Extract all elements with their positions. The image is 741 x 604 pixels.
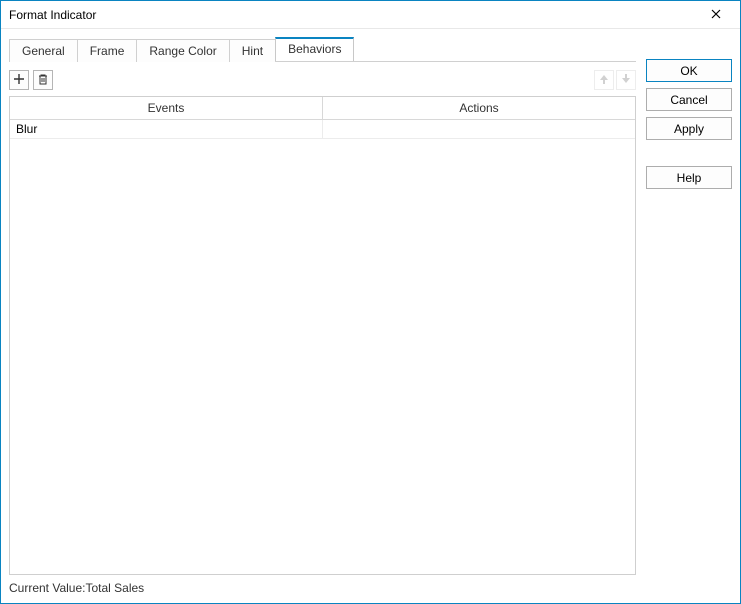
delete-button[interactable] [33, 70, 53, 90]
move-up-button [594, 70, 614, 90]
help-button[interactable]: Help [646, 166, 732, 189]
move-down-button [616, 70, 636, 90]
cell-event: Blur [10, 120, 323, 138]
tab-general[interactable]: General [9, 39, 78, 62]
window-title: Format Indicator [9, 8, 96, 22]
status-bar: Current Value:Total Sales [9, 575, 636, 595]
tab-frame[interactable]: Frame [77, 39, 138, 62]
cell-action [323, 120, 635, 138]
close-button[interactable] [700, 1, 732, 28]
main-panel: General Frame Range Color Hint Behaviors [9, 35, 636, 595]
behaviors-table: Events Actions Blur [9, 96, 636, 575]
dialog-body: General Frame Range Color Hint Behaviors [1, 29, 740, 603]
tab-hint[interactable]: Hint [229, 39, 276, 62]
button-panel: OK Cancel Apply Help [646, 35, 732, 595]
ok-button[interactable]: OK [646, 59, 732, 82]
close-icon [711, 8, 721, 22]
plus-icon [13, 73, 25, 88]
trash-icon [37, 73, 49, 88]
apply-button[interactable]: Apply [646, 117, 732, 140]
behaviors-toolbar [9, 70, 636, 96]
cancel-button[interactable]: Cancel [646, 88, 732, 111]
tab-behaviors[interactable]: Behaviors [275, 37, 354, 61]
tabpanel-behaviors: Events Actions Blur Current Value:Total … [9, 61, 636, 595]
arrow-up-icon [598, 73, 610, 88]
table-body: Blur [10, 120, 635, 574]
table-row[interactable]: Blur [10, 120, 635, 139]
current-value: Total Sales [85, 581, 144, 595]
table-header: Events Actions [10, 97, 635, 120]
column-events: Events [10, 97, 323, 119]
arrow-down-icon [620, 73, 632, 88]
tab-strip: General Frame Range Color Hint Behaviors [9, 35, 636, 61]
dialog-window: Format Indicator General Frame Range Col… [0, 0, 741, 604]
tab-range-color[interactable]: Range Color [136, 39, 229, 62]
column-actions: Actions [323, 97, 635, 119]
current-value-label: Current Value: [9, 581, 85, 595]
add-button[interactable] [9, 70, 29, 90]
titlebar: Format Indicator [1, 1, 740, 29]
